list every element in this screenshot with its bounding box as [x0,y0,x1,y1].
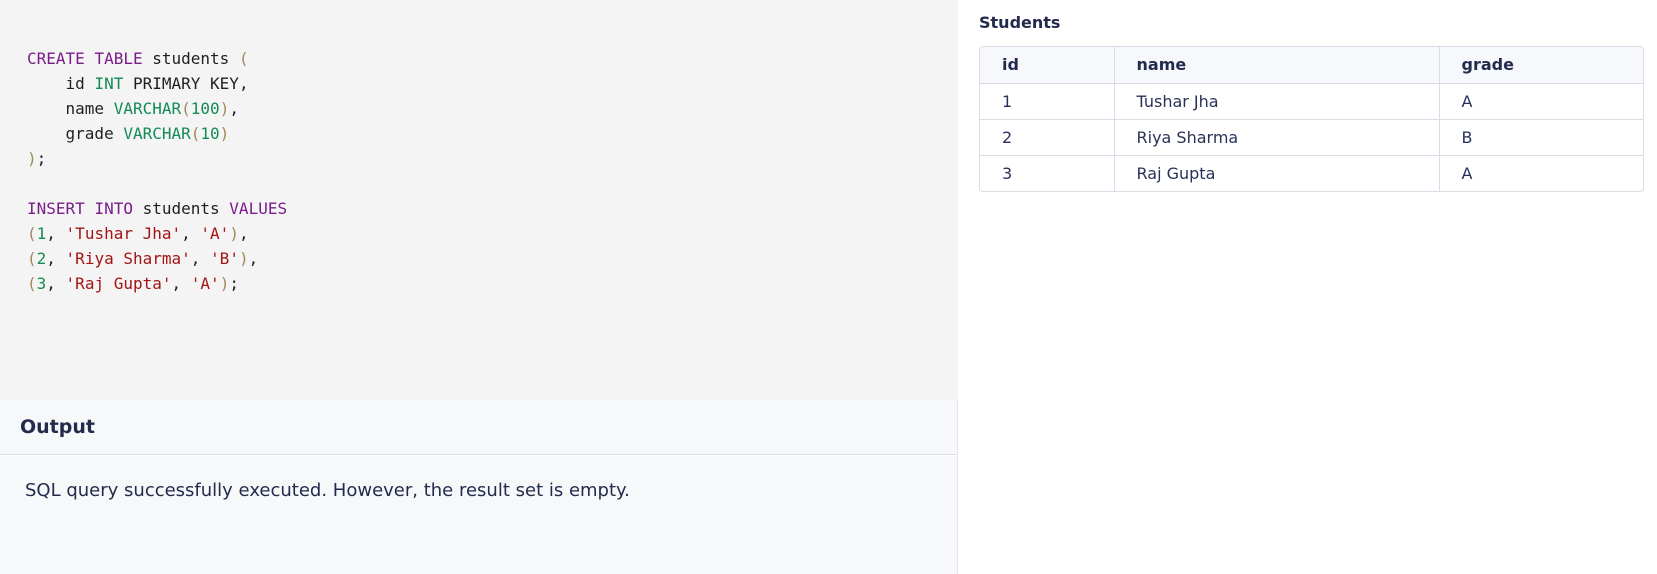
code-content[interactable]: CREATE TABLE students ( id INT PRIMARY K… [27,46,287,296]
cell-grade: A [1461,163,1473,183]
code-line: (1, 'Tushar Jha', 'A'), [27,221,287,246]
code-token: ) [219,99,230,118]
output-title: Output [20,416,95,438]
code-token: name [27,99,114,118]
code-token: ( [181,99,191,118]
code-token: id [27,74,95,93]
code-token: ( [27,249,37,268]
code-line: CREATE TABLE students ( [27,46,287,71]
code-token: 3 [36,274,47,293]
cell-grade: B [1439,119,1643,156]
code-token: , [46,224,66,243]
students-table: id name grade 1 Tushar Jha A 2 Riya Shar… [979,46,1644,192]
code-token: VARCHAR [113,99,182,118]
code-token: ( [238,49,249,68]
cell-name: Tushar Jha [1114,83,1440,120]
code-token: ; [36,149,47,168]
table-row: 1 Tushar Jha A [980,83,1643,120]
code-token: ) [238,249,249,268]
code-line: grade VARCHAR(10) [27,121,287,146]
code-token: , [46,274,66,293]
column-header-grade: grade [1439,47,1643,84]
code-token: VALUES [229,199,288,218]
code-token: 2 [36,249,47,268]
cell-id: 2 [980,119,1115,156]
code-token: 'Tushar Jha' [65,224,182,243]
code-token: 100 [190,99,220,118]
code-token: , [248,249,259,268]
table-panel: Students id name grade 1 Tushar Jha A 2 … [959,0,1657,574]
code-token: ( [27,274,37,293]
code-token: 1 [36,224,47,243]
code-token: 'A' [190,274,220,293]
code-token: , [238,224,249,243]
code-token: INTO [94,199,133,218]
column-header-name: name [1114,47,1440,84]
code-token: students [132,199,230,218]
code-token: ( [190,124,201,143]
code-line: INSERT INTO students VALUES [27,196,287,221]
code-token: ) [229,224,239,243]
table-row: 2 Riya Sharma B [980,119,1643,156]
table-row: 3 Raj Gupta A [980,155,1643,191]
table-header-row: id name grade [980,47,1643,84]
code-token: INT [94,74,124,93]
code-line: (3, 'Raj Gupta', 'A'); [27,271,287,296]
code-token: grade [27,124,124,143]
left-pane: CREATE TABLE students ( id INT PRIMARY K… [0,0,958,574]
code-token: ) [219,274,230,293]
code-token: INSERT [27,199,85,218]
code-token: , [190,249,211,268]
code-line: name VARCHAR(100), [27,96,287,121]
code-line: id INT PRIMARY KEY, [27,71,287,96]
output-header: Output [0,400,957,455]
output-message: SQL query successfully executed. However… [25,480,630,501]
code-token: VARCHAR [123,124,191,143]
code-token: 'A' [200,224,230,243]
code-token: ) [27,149,37,168]
cell-id: 3 [980,155,1115,191]
cell-grade: A [1439,83,1643,120]
code-line: ); [27,146,287,171]
column-header-id: id [980,47,1115,84]
code-token: ) [219,124,230,143]
code-token: ; [229,274,239,293]
table-title: Students [979,13,1061,32]
code-token: 'Raj Gupta' [65,274,172,293]
code-token: 'Riya Sharma' [65,249,191,268]
cell-name: Riya Sharma [1114,119,1440,156]
cell-id: 1 [980,83,1115,120]
code-token: 'B' [210,249,239,268]
code-token: TABLE [94,49,143,68]
code-line: (2, 'Riya Sharma', 'B'), [27,246,287,271]
cell-name: Raj Gupta [1114,155,1440,191]
code-token: , [46,249,66,268]
sql-playground: CREATE TABLE students ( id INT PRIMARY K… [0,0,1657,574]
code-token: PRIMARY KEY, [123,74,249,93]
code-editor[interactable]: CREATE TABLE students ( id INT PRIMARY K… [0,0,958,400]
code-token: CREATE [27,49,85,68]
code-token: 10 [200,124,220,143]
code-token: ( [27,224,37,243]
code-token: , [171,274,191,293]
code-token: , [229,99,239,118]
code-token: , [181,224,201,243]
code-token: students [142,49,239,68]
output-panel: SQL query successfully executed. However… [0,456,957,574]
